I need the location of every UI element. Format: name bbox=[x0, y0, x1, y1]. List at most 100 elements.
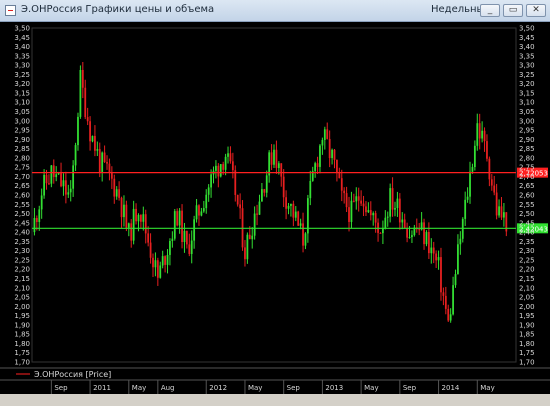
chart-grid bbox=[31, 27, 517, 363]
candle-body bbox=[389, 188, 392, 217]
candle-body bbox=[55, 174, 58, 178]
candle-body bbox=[137, 214, 140, 222]
candle-body bbox=[481, 130, 484, 139]
candle-body bbox=[336, 159, 338, 173]
y-tick-label-left: 2,85 bbox=[14, 145, 30, 153]
candle-body bbox=[442, 292, 445, 296]
y-tick-label-right: 3,50 bbox=[519, 25, 535, 33]
candle-body bbox=[411, 235, 413, 238]
candle-body bbox=[469, 171, 471, 197]
y-tick-label-right: 1,85 bbox=[519, 331, 535, 339]
candle-body bbox=[444, 295, 447, 309]
y-tick-label-left: 2,25 bbox=[14, 256, 30, 264]
candle-body bbox=[282, 176, 285, 198]
y-tick-label-left: 2,95 bbox=[14, 127, 30, 135]
candle-body bbox=[227, 153, 229, 157]
candle-body bbox=[321, 139, 324, 146]
candle-body bbox=[125, 204, 128, 228]
candle-body bbox=[96, 149, 99, 151]
candle-body bbox=[81, 69, 84, 88]
candle-body bbox=[234, 170, 237, 195]
candle-body bbox=[294, 211, 297, 218]
close-button[interactable]: ✕ bbox=[526, 4, 546, 17]
candle-body bbox=[297, 211, 300, 226]
y-tick-label-right: 2,95 bbox=[519, 127, 535, 135]
candle-body bbox=[483, 130, 486, 142]
y-tick-label-left: 2,65 bbox=[14, 182, 30, 190]
price-chart[interactable]: 2,720532,42043 3,503,453,403,353,303,253… bbox=[0, 22, 550, 406]
y-tick-label-right: 3,20 bbox=[519, 80, 535, 88]
candle-body bbox=[103, 152, 106, 163]
y-tick-label-left: 1,95 bbox=[14, 312, 30, 320]
x-tick-label: 2011 bbox=[93, 384, 111, 392]
y-tick-label-right: 2,65 bbox=[519, 182, 535, 190]
x-tick-label: 2014 bbox=[442, 384, 460, 392]
candle-body bbox=[273, 149, 275, 165]
candle-body bbox=[435, 253, 438, 261]
candle-body bbox=[384, 217, 387, 229]
y-tick-label-left: 2,05 bbox=[14, 294, 30, 302]
minimize-button[interactable]: _ bbox=[480, 4, 500, 17]
candle-body bbox=[115, 189, 118, 197]
y-tick-label-left: 2,70 bbox=[14, 173, 30, 181]
candle-body bbox=[309, 180, 312, 199]
y-tick-label-right: 3,05 bbox=[519, 108, 535, 116]
maximize-button[interactable]: ▭ bbox=[503, 4, 523, 17]
x-axis: Sep 2011 May Aug 2012 May Sep 2013 May Sep 2014 May bbox=[50, 380, 495, 394]
candle-body bbox=[432, 247, 435, 254]
candle-body bbox=[202, 208, 205, 212]
candle-body bbox=[466, 196, 469, 200]
x-tick-label: May bbox=[248, 384, 262, 392]
y-tick-label-left: 2,10 bbox=[14, 284, 30, 292]
candle-body bbox=[408, 237, 411, 239]
y-tick-label-right: 3,15 bbox=[519, 89, 535, 97]
candle-body bbox=[108, 163, 111, 173]
candle-body bbox=[328, 138, 331, 159]
y-tick-label-left: 2,45 bbox=[14, 219, 30, 227]
y-tick-label-left: 2,30 bbox=[14, 247, 30, 255]
y-tick-label-right: 3,40 bbox=[519, 43, 535, 51]
candle-body bbox=[190, 240, 193, 254]
candle-body bbox=[495, 192, 498, 216]
candle-body bbox=[159, 265, 162, 278]
candle-body bbox=[314, 163, 317, 172]
y-tick-label-right: 2,20 bbox=[519, 266, 535, 274]
candle-body bbox=[355, 196, 358, 202]
close-icon: ✕ bbox=[532, 5, 540, 15]
candle-body bbox=[35, 218, 38, 222]
candle-body bbox=[287, 205, 290, 209]
y-tick-label-right: 3,10 bbox=[519, 99, 535, 107]
candle-body bbox=[253, 213, 256, 236]
candle-body bbox=[270, 152, 273, 165]
title-bar[interactable]: Э.ОНРоссия Графики цены и объема Недельн… bbox=[0, 0, 550, 22]
candle-body bbox=[171, 238, 174, 241]
y-tick-label-left: 3,35 bbox=[14, 52, 30, 60]
candle-body bbox=[403, 219, 406, 229]
candle-body bbox=[118, 189, 121, 198]
candle-body bbox=[471, 167, 474, 172]
candle-body bbox=[430, 247, 433, 254]
y-tick-label-left: 2,00 bbox=[14, 303, 30, 311]
candle-body bbox=[106, 162, 108, 164]
y-tick-label-left: 2,55 bbox=[14, 201, 30, 209]
y-tick-label-left: 1,80 bbox=[14, 340, 30, 348]
candle-body bbox=[188, 244, 191, 254]
candle-body bbox=[132, 208, 135, 241]
y-tick-label-right: 2,90 bbox=[519, 136, 535, 144]
candle-body bbox=[331, 149, 333, 159]
candle-body bbox=[149, 242, 152, 258]
candle-body bbox=[379, 232, 382, 234]
y-tick-label-right: 2,05 bbox=[519, 294, 535, 302]
candle-body bbox=[292, 203, 295, 218]
candle-body bbox=[343, 190, 346, 194]
candle-body bbox=[130, 223, 133, 241]
candle-body bbox=[152, 257, 154, 268]
candle-body bbox=[77, 116, 79, 146]
y-tick-label-right: 2,40 bbox=[519, 229, 535, 237]
candle-body bbox=[246, 234, 249, 260]
x-tick-label: May bbox=[364, 384, 378, 392]
candle-body bbox=[386, 216, 389, 218]
candle-body bbox=[437, 257, 440, 261]
horizontal-scrollbar[interactable] bbox=[0, 394, 550, 406]
candle-body bbox=[205, 194, 208, 209]
